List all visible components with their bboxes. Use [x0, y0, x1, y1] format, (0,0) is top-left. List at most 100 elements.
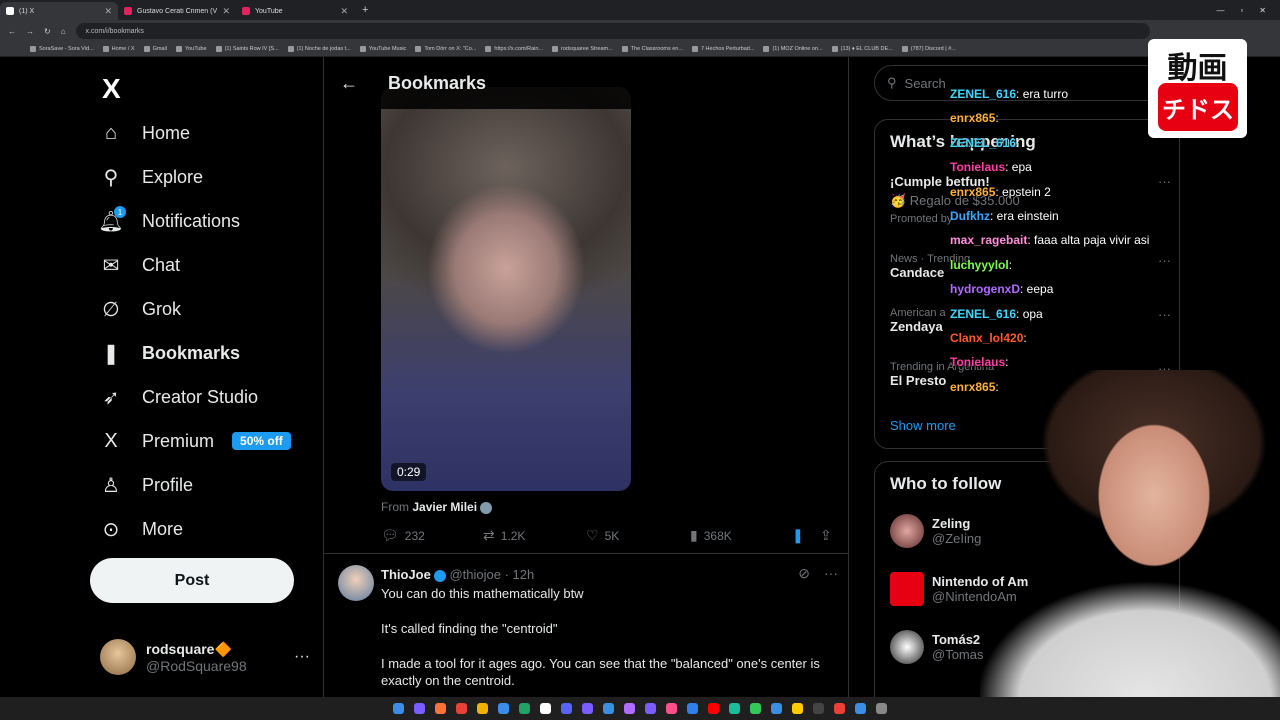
- taskbar-app-icon[interactable]: [834, 703, 845, 714]
- url-field[interactable]: x.com/i/bookmarks: [75, 23, 1150, 39]
- taskbar-app-icon[interactable]: [477, 703, 488, 714]
- nav-item-notifications[interactable]: 🔔︎ 1 Notifications: [98, 206, 240, 234]
- x-logo-icon[interactable]: X: [102, 73, 121, 105]
- bookmark-link[interactable]: Home / X: [103, 46, 135, 52]
- taskbar-app-icon[interactable]: [813, 703, 824, 714]
- taskbar-app-icon[interactable]: [561, 703, 572, 714]
- minimize-icon[interactable]: —: [1216, 6, 1224, 15]
- account-switcher[interactable]: rodsquare🔶 @RodSquare98 ···: [100, 639, 310, 675]
- bookmark-link[interactable]: rodsquaree Stream...: [552, 46, 613, 52]
- share-button[interactable]: ⇪: [820, 527, 832, 544]
- bookmark-link[interactable]: 7 Hechos Perturbad...: [692, 46, 755, 52]
- video-player[interactable]: 0:29: [381, 87, 631, 491]
- tweet-author-name[interactable]: ThioJoe: [381, 567, 431, 582]
- taskbar-app-icon[interactable]: [393, 703, 404, 714]
- taskbar-app-icon[interactable]: [624, 703, 635, 714]
- taskbar-app-icon[interactable]: [855, 703, 866, 714]
- taskbar-app-icon[interactable]: [540, 703, 551, 714]
- close-tab-icon[interactable]: ✕: [222, 6, 230, 17]
- verified-badge-icon: [433, 569, 446, 582]
- bookmark-link[interactable]: YouTube Music: [360, 46, 407, 52]
- nav-item-chat[interactable]: ✉ Chat: [98, 252, 180, 278]
- more-options-icon[interactable]: ···: [824, 565, 838, 582]
- bookmark-link[interactable]: Tom Dörr on X: "Co...: [415, 46, 476, 52]
- taskbar-app-icon[interactable]: [729, 703, 740, 714]
- new-tab-button[interactable]: +: [354, 4, 376, 16]
- taskbar-app-icon[interactable]: [876, 703, 887, 714]
- nav-item-premium[interactable]: X Premium 50% off: [98, 428, 291, 454]
- suggestion-handle: @Tomas: [932, 647, 984, 662]
- taskbar-app-icon[interactable]: [414, 703, 425, 714]
- nav-item-more[interactable]: ⊙ More: [98, 516, 183, 542]
- nav-item-home[interactable]: ⌂ Home: [98, 120, 190, 146]
- like-button[interactable]: ♡ 5K: [586, 527, 690, 544]
- chat-message: Clanx_lol420:: [950, 326, 1180, 350]
- taskbar-app-icon[interactable]: [708, 703, 719, 714]
- taskbar-app-icon[interactable]: [519, 703, 530, 714]
- taskbar-app-icon[interactable]: [687, 703, 698, 714]
- bookmark-link[interactable]: (1) Noche de jodas t...: [288, 46, 351, 52]
- bookmark-link[interactable]: YouTube: [176, 46, 207, 52]
- taskbar-app-icon[interactable]: [498, 703, 509, 714]
- maximize-icon[interactable]: ▫: [1240, 6, 1243, 15]
- taskbar-app-icon[interactable]: [792, 703, 803, 714]
- taskbar-app-icon[interactable]: [435, 703, 446, 714]
- bookmark-link[interactable]: https://x.com/Rain...: [485, 46, 543, 52]
- nav-item-creator-studio[interactable]: ➶ Creator Studio: [98, 384, 258, 410]
- nav-item-grok[interactable]: ∅ Grok: [98, 296, 181, 322]
- x-icon: X: [104, 429, 118, 452]
- bookmark-link[interactable]: (1) MOZ Online on...: [763, 46, 822, 52]
- browser-tab[interactable]: Gustavo Cerati Crimen (Vers Co ✕: [118, 2, 236, 20]
- from-author-link[interactable]: Javier Milei: [412, 500, 477, 514]
- views-button[interactable]: ▮ 368K: [690, 527, 792, 544]
- back-arrow-icon[interactable]: ←: [340, 73, 370, 94]
- trend-item[interactable]: American a Zendaya ···: [890, 307, 1171, 334]
- follow-suggestion[interactable]: Tomás2 @Tomas: [890, 630, 984, 664]
- taskbar-app-icon[interactable]: [456, 703, 467, 714]
- close-tab-icon[interactable]: ✕: [340, 6, 348, 17]
- follow-suggestion[interactable]: Zeling @ZeIing: [890, 514, 981, 548]
- avatar[interactable]: [338, 565, 374, 601]
- taskbar-app-icon[interactable]: [582, 703, 593, 714]
- nav-item-profile[interactable]: ♙ Profile: [98, 472, 193, 498]
- more-options-icon[interactable]: ···: [294, 648, 310, 666]
- repost-button[interactable]: ⇄ 1.2K: [483, 527, 586, 544]
- taskbar-app-icon[interactable]: [645, 703, 656, 714]
- browser-tab[interactable]: (1) X ✕: [0, 2, 118, 20]
- grok-icon[interactable]: ⊘: [798, 565, 810, 582]
- browser-tab[interactable]: YouTube ✕: [236, 2, 354, 20]
- close-tab-icon[interactable]: ✕: [104, 6, 112, 17]
- taskbar-app-icon[interactable]: [603, 703, 614, 714]
- nav-item-bookmarks[interactable]: ❚ Bookmarks: [98, 340, 240, 366]
- show-more-link[interactable]: Show more: [890, 418, 956, 433]
- bookmark-filled-icon: ❚: [792, 527, 804, 543]
- logo-top-text: 動画: [1167, 51, 1228, 86]
- close-window-icon[interactable]: ✕: [1259, 6, 1266, 15]
- mail-icon: ✉: [102, 254, 120, 277]
- reply-button[interactable]: 💬︎ 232: [381, 527, 483, 544]
- bookmark-link[interactable]: (13) ♦ EL CLUB DE...: [832, 46, 893, 52]
- bookmark-link[interactable]: Gmail: [144, 46, 167, 52]
- taskbar-app-icon[interactable]: [771, 703, 782, 714]
- video-duration: 0:29: [391, 463, 427, 481]
- back-nav-icon[interactable]: ←: [8, 27, 16, 36]
- bookmark-link[interactable]: (1) Saints Row IV [S...: [216, 46, 279, 52]
- bookmark-link[interactable]: The Classrooms en...: [622, 46, 683, 52]
- taskbar-app-icon[interactable]: [750, 703, 761, 714]
- chat-text: : epstein 2: [995, 184, 1051, 199]
- bookmark-link[interactable]: SoraSave - Sora Vid...: [30, 46, 94, 52]
- taskbar-app-icon[interactable]: [666, 703, 677, 714]
- search-placeholder: Search: [904, 75, 946, 91]
- address-bar-row: ← → ↻ ⌂ x.com/i/bookmarks: [0, 20, 1280, 42]
- bookmarks-bar: SoraSave - Sora Vid... Home / X Gmail YouTu…: [0, 42, 1280, 57]
- chat-text: : eepa: [1020, 282, 1054, 297]
- nav-item-explore[interactable]: ⚲ Explore: [98, 164, 203, 190]
- bookmark-link[interactable]: (787) Discord | #...: [902, 46, 956, 52]
- post-button[interactable]: Post: [90, 558, 294, 603]
- avatar: [890, 630, 924, 664]
- reload-icon[interactable]: ↻: [44, 27, 51, 36]
- home-nav-icon[interactable]: ⌂: [61, 27, 66, 36]
- forward-nav-icon[interactable]: →: [26, 27, 34, 36]
- stream-chat-overlay: ZENEL_616: era turro enrx865: ZENEL_616: To…: [950, 82, 1180, 399]
- bookmark-button[interactable]: ❚: [792, 527, 820, 544]
